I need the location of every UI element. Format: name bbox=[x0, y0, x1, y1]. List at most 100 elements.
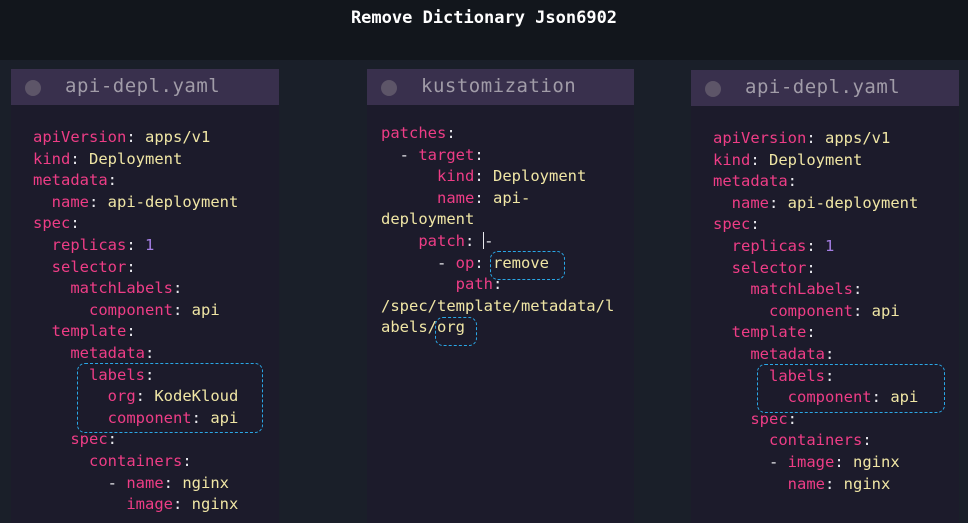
middle-panel-header: kustomization bbox=[367, 69, 634, 105]
code-line: matchLabels: bbox=[750, 280, 863, 299]
code-key: component bbox=[769, 301, 853, 320]
right-labels-highlight bbox=[757, 364, 945, 413]
code-key: image bbox=[787, 452, 835, 471]
code-key: metadata bbox=[33, 171, 108, 190]
code-value: api-deployment bbox=[107, 192, 239, 211]
left-labels-highlight bbox=[77, 363, 263, 433]
code-line: component: api bbox=[769, 301, 900, 320]
middle-file-panel: kustomization patches: - target: kind: D… bbox=[367, 69, 634, 523]
code-value: Deployment bbox=[89, 149, 183, 168]
code-key: apiVersion bbox=[713, 129, 807, 147]
left-panel-title: api-depl.yaml bbox=[65, 75, 221, 97]
code-value: api- bbox=[493, 188, 531, 207]
code-value: nginx bbox=[843, 474, 891, 493]
code-line: component: api bbox=[89, 300, 220, 319]
code-key: containers bbox=[769, 431, 863, 450]
code-value: - bbox=[484, 231, 494, 250]
right-panel-title: api-depl.yaml bbox=[745, 76, 901, 98]
code-key: matchLabels bbox=[750, 280, 853, 299]
code-key: name bbox=[126, 473, 164, 492]
code-key: spec bbox=[70, 430, 108, 449]
code-key: path bbox=[455, 275, 493, 294]
left-panel-header: api-depl.yaml bbox=[11, 69, 279, 105]
code-key: patch bbox=[418, 231, 465, 250]
circle-icon bbox=[705, 81, 721, 97]
middle-code-block: patches: - target: kind: Deployment name… bbox=[381, 124, 615, 337]
right-panel-header: api-depl.yaml bbox=[691, 70, 959, 106]
right-code-block: apiVersion: apps/v1 kind: Deployment metad… bbox=[713, 128, 918, 495]
code-line: apiVersion: apps/v1 bbox=[713, 129, 891, 147]
code-value: abels/ bbox=[381, 318, 437, 337]
code-key: name bbox=[437, 188, 475, 207]
code-key: template bbox=[731, 323, 807, 342]
code-key: apiVersion bbox=[33, 128, 127, 146]
code-dash: - bbox=[381, 145, 419, 164]
code-value: 1 bbox=[145, 235, 155, 254]
code-value: api bbox=[191, 300, 220, 319]
org-highlight bbox=[435, 317, 477, 346]
code-line: image: nginx bbox=[126, 495, 239, 514]
code-line: replicas: 1 bbox=[51, 235, 155, 254]
code-key: metadata bbox=[70, 343, 145, 362]
code-line: apiVersion: apps/v1 bbox=[33, 128, 211, 146]
code-key: name bbox=[731, 193, 769, 212]
code-key: kind bbox=[33, 149, 71, 168]
code-line: kind: Deployment bbox=[713, 150, 863, 169]
title-bar: Remove Dictionary Json6902 bbox=[0, 0, 968, 60]
code-line: metadata: bbox=[70, 343, 155, 362]
code-key: selector bbox=[51, 257, 127, 276]
code-dash: - bbox=[437, 253, 456, 272]
code-key: image bbox=[126, 495, 173, 514]
code-value: Deployment bbox=[493, 167, 587, 186]
code-value: api-deployment bbox=[787, 193, 919, 212]
code-value: nginx bbox=[853, 452, 900, 471]
code-key: selector bbox=[731, 258, 807, 277]
code-key: containers bbox=[89, 451, 183, 470]
code-line: template: bbox=[731, 323, 816, 342]
code-value: api bbox=[871, 301, 900, 320]
code-key: metadata bbox=[750, 344, 825, 363]
right-file-panel: api-depl.yaml apiVersion: apps/v1 kind: D… bbox=[691, 70, 959, 523]
code-value: nginx bbox=[182, 473, 229, 492]
code-line: kind: Deployment bbox=[33, 149, 183, 168]
code-line: name: api-deployment bbox=[51, 192, 239, 211]
code-line: selector: bbox=[51, 257, 136, 276]
code-key: spec bbox=[33, 214, 71, 233]
circle-icon bbox=[381, 80, 397, 96]
code-value: Deployment bbox=[769, 150, 863, 169]
code-value: apps/v1 bbox=[145, 128, 211, 146]
code-line: matchLabels: bbox=[70, 279, 183, 298]
code-line: metadata: bbox=[713, 172, 797, 191]
code-key: kind bbox=[437, 167, 475, 186]
slide-title: Remove Dictionary Json6902 bbox=[350, 8, 618, 28]
code-key: matchLabels bbox=[70, 279, 173, 298]
code-line: name: api-deployment bbox=[731, 193, 919, 212]
code-line: spec: bbox=[713, 215, 760, 234]
code-key: name bbox=[787, 474, 825, 493]
left-code-block: apiVersion: apps/v1 kind: Deployment metad… bbox=[33, 127, 238, 516]
code-key: op bbox=[455, 253, 475, 272]
code-value: 1 bbox=[825, 236, 835, 255]
code-line: containers: bbox=[769, 431, 872, 450]
code-value: /spec/template/metadata/l bbox=[381, 296, 615, 315]
code-line: selector: bbox=[731, 258, 816, 277]
code-line: template: bbox=[51, 322, 136, 341]
code-line: - name: nginx bbox=[107, 473, 229, 492]
code-key: metadata bbox=[713, 172, 788, 191]
circle-icon bbox=[25, 80, 41, 96]
op-remove-highlight bbox=[490, 251, 565, 280]
code-line: metadata: bbox=[750, 344, 835, 363]
code-key: target bbox=[418, 145, 475, 164]
code-line: replicas: 1 bbox=[731, 236, 835, 255]
code-line: name: nginx bbox=[787, 474, 891, 493]
code-key: patches bbox=[381, 124, 447, 142]
code-value: deployment bbox=[381, 210, 475, 229]
code-key: component bbox=[89, 300, 173, 319]
code-key: spec bbox=[713, 215, 751, 234]
code-key: kind bbox=[713, 150, 751, 169]
code-value: nginx bbox=[191, 495, 239, 514]
left-file-panel: api-depl.yaml apiVersion: apps/v1 kind: D… bbox=[11, 69, 279, 523]
code-key: replicas bbox=[731, 236, 807, 255]
code-value: apps/v1 bbox=[825, 129, 891, 147]
code-key: replicas bbox=[51, 235, 127, 254]
